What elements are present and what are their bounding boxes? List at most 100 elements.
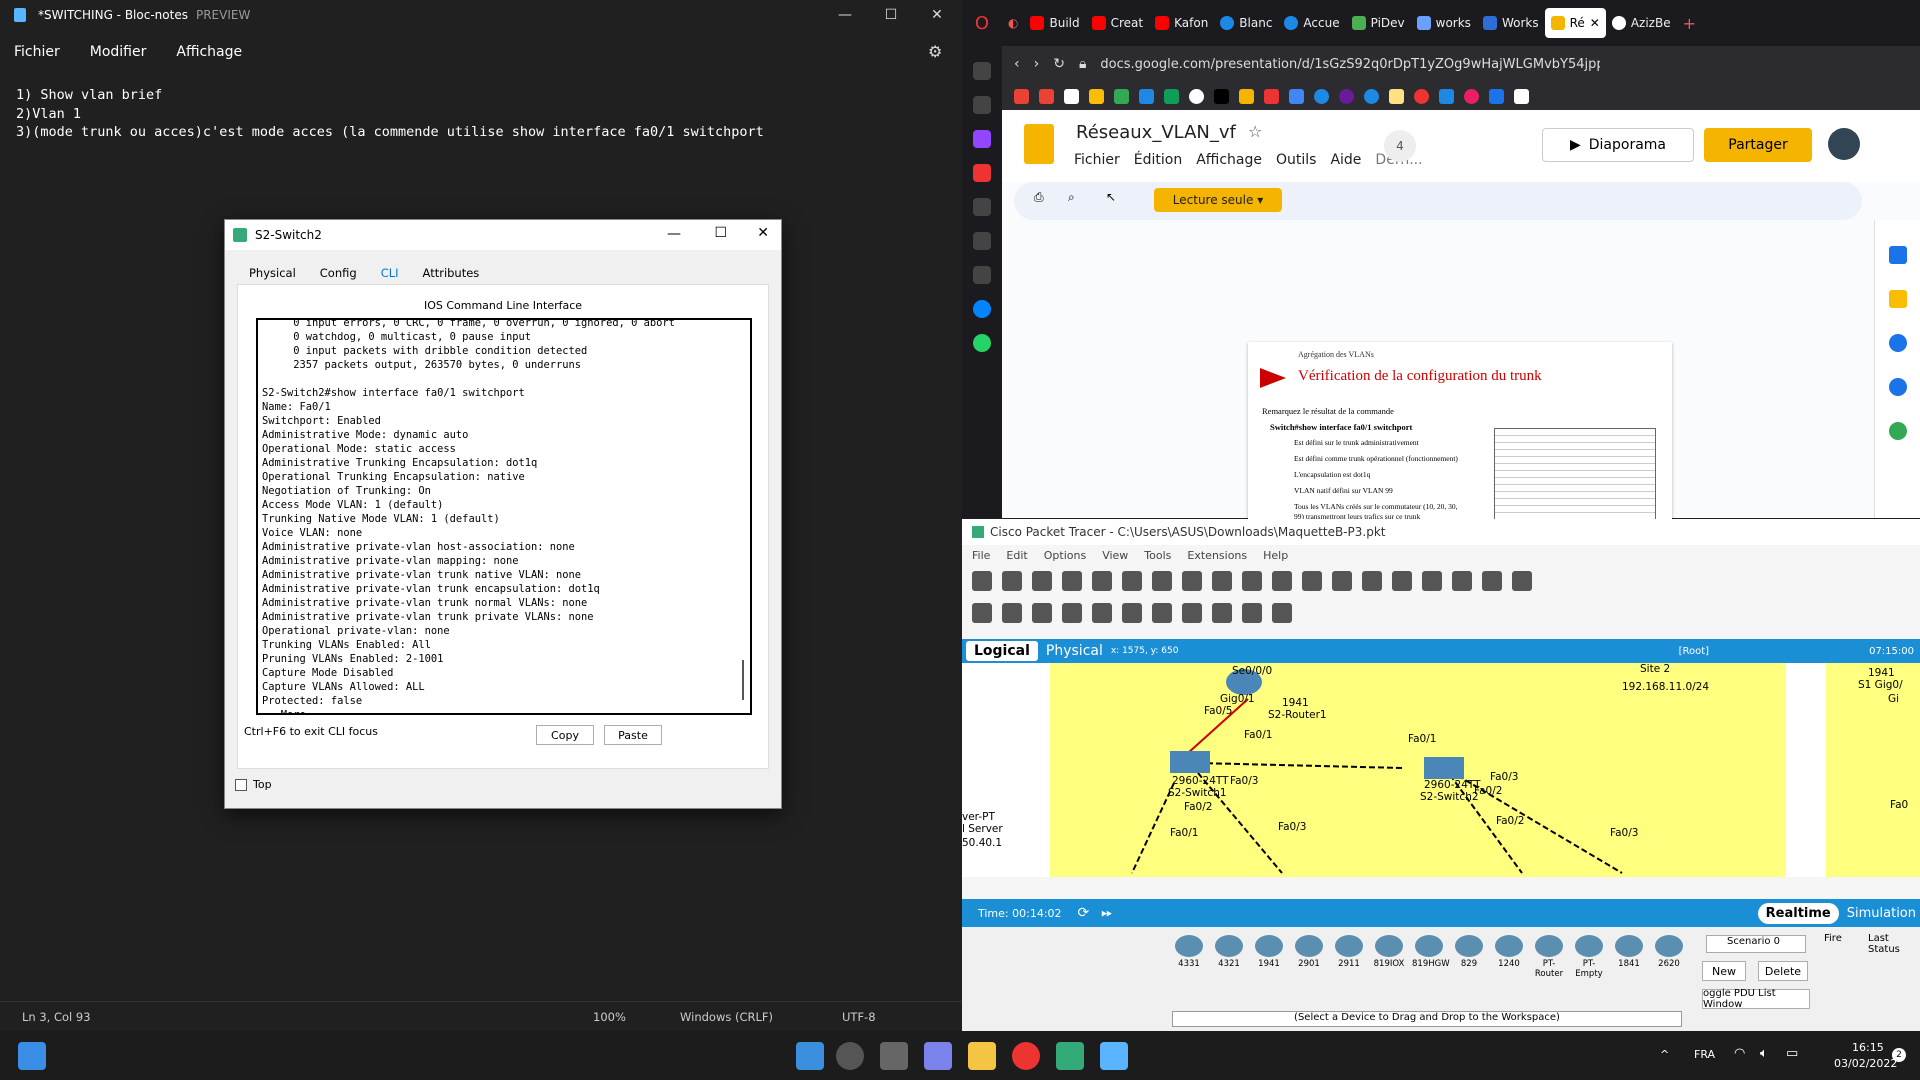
menu-edit[interactable]: Edit [1006,549,1027,562]
windows-start-icon[interactable] [796,1042,824,1070]
top-checkbox[interactable]: Top [235,778,272,791]
search-icon[interactable] [836,1042,864,1070]
tab-physical[interactable]: Physical [237,262,308,286]
drive-icon[interactable] [1089,88,1104,104]
pdu-icon[interactable] [1242,603,1262,623]
maximize-button[interactable]: ☐ [868,0,914,30]
github-icon[interactable] [1189,88,1204,104]
settings-gear-icon[interactable]: ⚙ [928,42,942,61]
packet-tracer-icon[interactable] [1056,1042,1084,1070]
tab-pidev[interactable]: PiDev [1346,8,1411,38]
keep-icon[interactable] [1888,290,1907,308]
tab-accue[interactable]: Accue [1278,8,1345,38]
wifi-icon[interactable]: ◠ [1734,1046,1745,1061]
freeform-icon[interactable] [1212,603,1232,623]
delete-icon[interactable] [1032,603,1052,623]
app-icon[interactable] [1239,88,1254,104]
save-icon[interactable] [1032,571,1052,591]
maps-icon[interactable] [1114,88,1129,104]
menu-modifier[interactable]: Modifier [90,44,147,60]
comments-count[interactable]: 4 [1384,130,1416,162]
search-icon[interactable] [1002,603,1022,623]
meet-icon[interactable] [1164,88,1179,104]
device-829[interactable]: 829 [1452,935,1486,969]
menu-fichier[interactable]: Fichier [1074,152,1120,168]
doc-icon[interactable] [1064,88,1079,104]
tab-kafon[interactable]: Kafon [1149,8,1214,38]
twitch-icon[interactable] [973,130,991,148]
scenario-select[interactable]: Scenario 0 [1706,935,1806,953]
minimize-button[interactable]: — [667,226,681,242]
app-icon[interactable] [1514,88,1529,104]
zoom-out-icon[interactable] [1362,571,1382,591]
maps-icon[interactable] [1888,422,1907,440]
notepad-textarea[interactable]: 1) Show vlan brief 2)Vlan 1 3)(mode trun… [16,86,764,142]
app-icon[interactable] [1464,88,1479,104]
url-text[interactable]: docs.google.com/presentation/d/1sGzS92q0… [1100,57,1600,72]
new-tab-icon[interactable]: + [1677,8,1702,38]
device-2911[interactable]: 2911 [1332,935,1366,969]
new-file-icon[interactable] [972,571,992,591]
app-icon[interactable] [1489,88,1504,104]
wizard-icon[interactable] [1152,571,1172,591]
delete-scenario-button[interactable]: Delete [1758,961,1808,981]
resize-icon[interactable] [1062,603,1082,623]
gamepad-icon[interactable] [973,198,991,216]
print-icon[interactable] [1062,571,1082,591]
forward-icon[interactable]: › [1034,56,1040,72]
menu-aide[interactable]: Aide [1330,152,1361,168]
menu-file[interactable]: File [972,549,990,562]
contacts-icon[interactable] [1888,378,1907,396]
minimize-button[interactable]: — [822,0,868,30]
menu-view[interactable]: View [1102,549,1128,562]
switch-icon[interactable] [1170,751,1210,773]
app-icon[interactable] [1289,88,1304,104]
copy-icon[interactable] [1182,571,1202,591]
address-bar[interactable]: ‹ › ↻ 🔒︎ docs.google.com/presentation/d/… [1002,46,1920,82]
zoom-in-icon[interactable] [1302,571,1322,591]
tab-active[interactable]: Ré ✕ [1544,8,1606,38]
pt-workspace[interactable]: Se0/0/0 Gig0/1 1941 S2-Router1 Fa0/5 Fa0… [962,663,1920,877]
simulation-button[interactable]: Simulation [1847,906,1916,921]
close-icon[interactable]: ✕ [1590,16,1600,30]
notes-icon[interactable] [1452,571,1472,591]
tab-works2[interactable]: Works [1477,8,1545,38]
device-819hgw[interactable]: 819HGW [1412,935,1450,969]
wizard-icon[interactable] [1122,571,1142,591]
fast-forward-icon[interactable]: ⏩︎ [1101,905,1112,921]
maximize-button[interactable]: ☐ [714,225,727,241]
jetbrains-icon[interactable] [1214,88,1229,104]
cursor-icon[interactable]: ↖ [1106,190,1116,204]
task-view-icon[interactable] [880,1042,908,1070]
device-4331[interactable]: 4331 [1172,935,1206,969]
gmail-icon[interactable] [1039,88,1054,104]
widgets-icon[interactable] [18,1042,46,1070]
home-icon[interactable] [973,164,991,182]
tab-build[interactable]: Build [1024,8,1085,38]
gamepad-icon[interactable]: ◐ [1002,8,1024,38]
device-1841[interactable]: 1841 [1612,935,1646,969]
device-819iox[interactable]: 819IOX [1372,935,1406,969]
opera-icon[interactable] [1012,1042,1040,1070]
select-icon[interactable] [972,603,992,623]
read-only-badge[interactable]: Lecture seule ▾ [1154,188,1282,212]
share-button[interactable]: Partager [1704,128,1812,162]
menu-edition[interactable]: Édition [1134,152,1182,168]
whatsapp-icon[interactable] [973,334,991,352]
new-scenario-button[interactable]: New [1702,961,1746,981]
doc-title[interactable]: Réseaux_VLAN_vf [1076,122,1236,143]
complex-pdu-icon[interactable] [1272,603,1292,623]
diaporama-button[interactable]: ▶ Diaporama [1542,128,1694,162]
device-4321[interactable]: 4321 [1212,935,1246,969]
opera-logo-icon[interactable]: O [962,13,1002,34]
speed-dial-icon[interactable] [973,62,991,80]
menu-extensions[interactable]: Extensions [1187,549,1247,562]
menu-options[interactable]: Options [1044,549,1086,562]
switch-icon[interactable] [1424,757,1464,779]
tab-blanc[interactable]: Blanc [1214,8,1278,38]
info-icon[interactable] [1092,571,1112,591]
clock-time[interactable]: 16:15 [1852,1041,1884,1054]
notepad-icon[interactable] [1100,1042,1128,1070]
app-icon[interactable] [1339,88,1354,104]
paste-icon[interactable] [1212,571,1232,591]
